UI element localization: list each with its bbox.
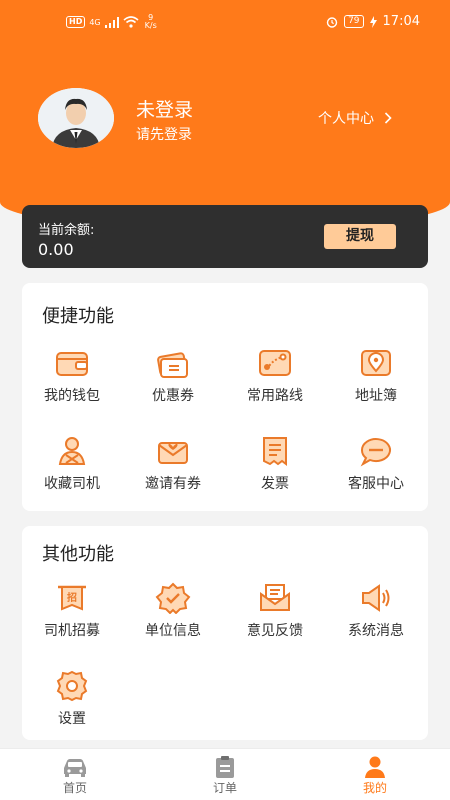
speaker-icon xyxy=(362,584,390,612)
customer-service-icon xyxy=(360,438,391,467)
grid-item-label: 系统消息 xyxy=(348,623,404,639)
other-functions-title: 其他功能 xyxy=(42,544,114,565)
balance-value: 0.00 xyxy=(38,240,74,259)
grid-item-coupon[interactable]: 优惠券 xyxy=(123,347,223,405)
battery-indicator: 79 xyxy=(344,15,364,28)
grid-item-address-book[interactable]: 地址簿 xyxy=(326,347,426,405)
signal-text: 4G xyxy=(89,17,101,27)
grid-item-label: 地址簿 xyxy=(355,388,397,404)
grid-item-label: 收藏司机 xyxy=(44,476,100,492)
tab-home[interactable]: 首页 xyxy=(25,755,125,796)
net-speed: 9 K/s xyxy=(145,14,157,30)
hd-badge: HD xyxy=(66,16,86,28)
login-prompt[interactable]: 请先登录 xyxy=(136,124,192,144)
car-icon xyxy=(64,759,86,777)
avatar[interactable] xyxy=(38,88,114,148)
withdraw-button[interactable]: 提现 xyxy=(324,224,396,249)
settings-gear-icon xyxy=(56,670,88,702)
wifi-icon xyxy=(123,16,139,28)
tab-label: 首页 xyxy=(62,781,87,795)
chevron-right-icon xyxy=(384,112,392,124)
grid-item-label: 单位信息 xyxy=(145,623,201,639)
grid-item-invoice[interactable]: 发票 xyxy=(225,435,325,493)
clipboard-icon xyxy=(216,756,234,778)
grid-item-label: 优惠券 xyxy=(152,388,194,404)
grid-item-customer-service[interactable]: 客服中心 xyxy=(326,435,426,493)
signal-icon xyxy=(104,16,119,28)
quick-functions-title: 便捷功能 xyxy=(42,306,114,327)
wallet-icon xyxy=(56,352,88,376)
tab-orders[interactable]: 订单 xyxy=(175,755,275,796)
tab-mine[interactable]: 我的 xyxy=(325,755,425,796)
recruit-glyph: 招 xyxy=(67,591,77,604)
status-bar: HD 4G 9 K/s 79 17:04 xyxy=(0,0,450,44)
login-status-title[interactable]: 未登录 xyxy=(136,95,193,122)
grid-item-label: 邀请有券 xyxy=(145,476,201,492)
grid-item-system-message[interactable]: 系统消息 xyxy=(326,582,426,640)
grid-item-label: 发票 xyxy=(261,476,289,492)
personal-center-label: 个人中心 xyxy=(318,111,374,127)
grid-item-driver-recruit[interactable]: 招 司机招募 xyxy=(22,582,122,640)
coupon-icon xyxy=(157,352,188,378)
favorite-driver-icon xyxy=(58,437,86,465)
route-icon xyxy=(259,350,291,376)
clock: 17:04 xyxy=(382,14,420,29)
feedback-mail-icon xyxy=(260,584,290,611)
grid-item-settings[interactable]: 设置 xyxy=(22,670,122,728)
grid-item-label: 设置 xyxy=(58,711,86,727)
grid-item-label: 司机招募 xyxy=(44,623,100,639)
grid-item-label: 我的钱包 xyxy=(44,388,100,404)
grid-item-label: 客服中心 xyxy=(348,476,404,492)
net-speed-unit: K/s xyxy=(144,21,157,30)
grid-item-wallet[interactable]: 我的钱包 xyxy=(22,347,122,405)
charging-icon xyxy=(369,15,377,28)
balance-card: 当前余额: 0.00 提现 xyxy=(22,205,428,268)
quick-functions-card: 便捷功能 我的钱包 优惠券 常用路线 地址簿 收藏司机 邀请有券 发票 客服中心 xyxy=(22,283,428,511)
grid-item-company-info[interactable]: 单位信息 xyxy=(123,582,223,640)
grid-item-favorite-driver[interactable]: 收藏司机 xyxy=(22,435,122,493)
person-icon xyxy=(365,756,385,778)
grid-item-invite[interactable]: 邀请有券 xyxy=(123,435,223,493)
grid-item-route[interactable]: 常用路线 xyxy=(225,347,325,405)
invite-envelope-icon xyxy=(158,442,188,464)
tab-label: 我的 xyxy=(362,781,387,795)
tab-label: 订单 xyxy=(212,781,237,795)
recruit-banner-icon: 招 xyxy=(58,585,86,611)
balance-label: 当前余额: xyxy=(38,223,95,238)
invoice-icon xyxy=(263,437,287,466)
address-book-icon xyxy=(361,350,391,376)
bottom-tab-bar: 首页 订单 我的 xyxy=(0,748,450,800)
grid-item-feedback[interactable]: 意见反馈 xyxy=(225,582,325,640)
personal-center-link[interactable]: 个人中心 xyxy=(318,108,392,128)
avatar-person-icon xyxy=(38,88,114,148)
other-functions-card: 其他功能 招 司机招募 单位信息 意见反馈 系统消息 设置 xyxy=(22,526,428,740)
company-badge-icon xyxy=(155,582,191,614)
grid-item-label: 意见反馈 xyxy=(247,623,303,639)
grid-item-label: 常用路线 xyxy=(247,388,303,404)
alarm-icon xyxy=(326,16,338,28)
